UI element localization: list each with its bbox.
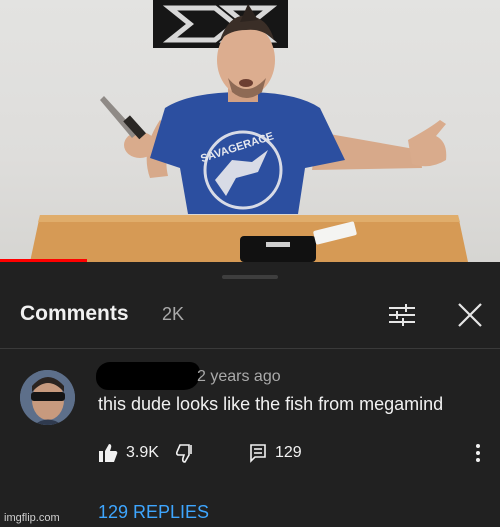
video-frame[interactable]: SAVAGERACE <box>0 0 500 262</box>
comments-title: Comments <box>20 302 129 325</box>
like-count: 3.9K <box>126 444 159 461</box>
comment-item: 2 years ago this dude looks like the fis… <box>0 360 500 525</box>
more-options-button[interactable] <box>474 442 482 464</box>
watermark: imgflip.com <box>4 512 60 524</box>
comment-actions: 3.9K 129 <box>0 440 500 466</box>
sort-filter-icon <box>389 304 415 326</box>
header-divider <box>0 348 500 349</box>
thumbs-down-icon <box>176 444 192 463</box>
product-box <box>240 236 316 262</box>
more-vert-icon <box>476 444 480 462</box>
comment-icon <box>250 444 266 463</box>
close-icon <box>458 303 482 327</box>
thumbs-up-icon <box>99 444 118 462</box>
avatar[interactable] <box>20 370 75 425</box>
drag-handle[interactable] <box>222 275 278 279</box>
view-replies-link[interactable]: 129 REPLIES <box>98 502 209 523</box>
dislike-button[interactable] <box>176 440 196 466</box>
comment-timestamp: 2 years ago <box>197 368 281 385</box>
like-button[interactable]: 3.9K <box>98 440 159 466</box>
comments-panel: Comments 2K 2 years ago this dude looks … <box>0 262 500 527</box>
replies-button[interactable]: 129 <box>249 440 302 466</box>
comment-text: this dude looks like the fish from megam… <box>98 394 444 414</box>
redacted-author-name <box>96 362 200 390</box>
comments-count: 2K <box>162 304 185 324</box>
sort-filter-button[interactable] <box>386 300 418 330</box>
reply-count: 129 <box>275 444 302 461</box>
video-scene: SAVAGERACE <box>30 0 468 262</box>
close-button[interactable] <box>455 300 485 330</box>
comments-header: Comments 2K <box>0 298 500 346</box>
